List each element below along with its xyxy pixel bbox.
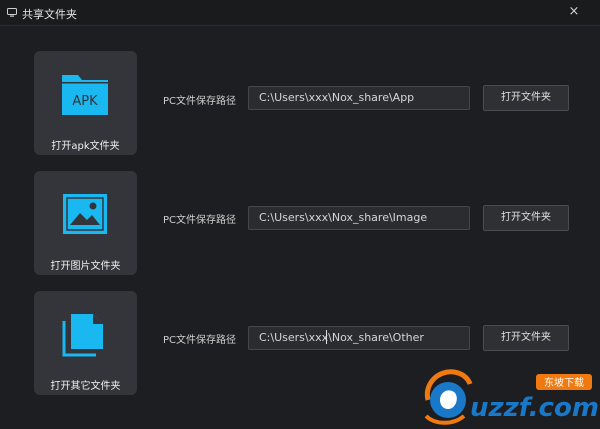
apk-folder-icon: APK [62,75,108,115]
apk-path-input[interactable] [248,86,470,110]
open-apk-folder-card[interactable]: APK 打开apk文件夹 [34,51,137,155]
open-image-folder-button[interactable]: 打开文件夹 [483,205,569,231]
open-other-folder-card[interactable]: 打开其它文件夹 [34,291,137,395]
apk-icon-text: APK [72,94,98,109]
window-icon [7,8,17,17]
watermark-text: uzzf.com [470,393,599,423]
image-path-input[interactable] [248,206,470,230]
path-label-image: PC文件保存路径 [163,215,237,226]
uzzf-watermark-logo: 东坡下载 uzzf.com [424,369,599,425]
path-label-apk: PC文件保存路径 [163,96,237,107]
open-other-folder-button[interactable]: 打开文件夹 [483,325,569,351]
card-label-image: 打开图片文件夹 [50,261,121,272]
text-cursor [326,330,327,344]
other-path-input[interactable] [248,326,470,350]
card-label-apk: 打开apk文件夹 [51,141,120,152]
close-button[interactable]: × [566,4,582,20]
card-label-other: 打开其它文件夹 [50,381,121,392]
title-bar: 共享文件夹 × [0,0,600,26]
open-image-folder-card[interactable]: 打开图片文件夹 [34,171,137,275]
path-label-other: PC文件保存路径 [163,335,237,346]
window-title: 共享文件夹 [22,8,77,21]
documents-icon [62,314,103,357]
open-apk-folder-button[interactable]: 打开文件夹 [483,85,569,111]
image-icon [63,194,107,234]
watermark-badge: 东坡下载 [544,376,584,389]
